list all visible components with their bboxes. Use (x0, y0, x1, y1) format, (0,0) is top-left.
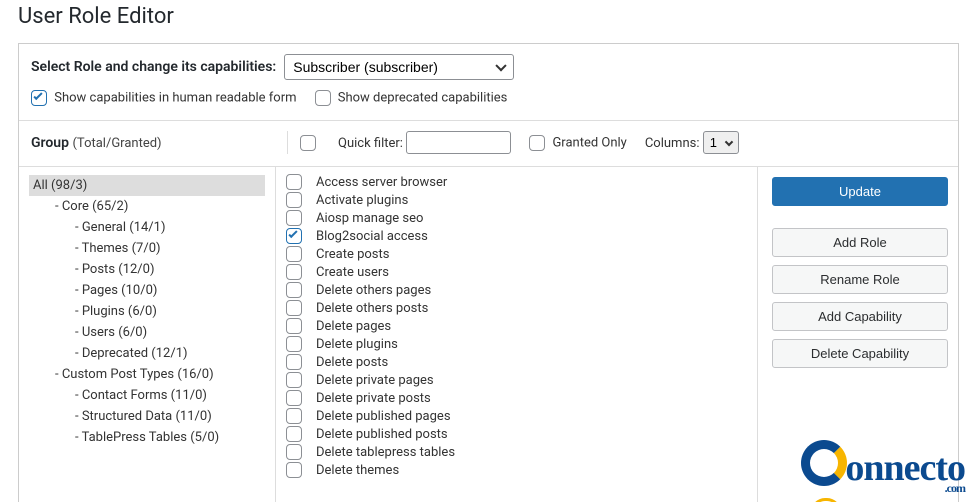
tree-item[interactable]: - Plugins (6/0) (29, 301, 265, 322)
capability-row: Delete others pages (286, 281, 747, 299)
capability-label[interactable]: Delete tablepress tables (316, 445, 455, 460)
capability-row: Blog2social access (286, 227, 747, 245)
add-capability-button[interactable]: Add Capability (772, 302, 948, 331)
capability-checkbox[interactable] (286, 228, 302, 244)
capability-label[interactable]: Delete themes (316, 463, 399, 478)
capability-row: Access server browser (286, 173, 747, 191)
quick-filter-input[interactable] (406, 131, 511, 154)
capability-list: Access server browser Activate plugins Aio… (276, 167, 757, 502)
capability-checkbox[interactable] (286, 390, 302, 406)
capability-label[interactable]: Activate plugins (316, 193, 408, 208)
tree-item[interactable]: - Structured Data (11/0) (29, 406, 265, 427)
tree-item[interactable]: - Deprecated (12/1) (29, 343, 265, 364)
capability-row: Delete published pages (286, 407, 747, 425)
group-header-sub: (Total/Granted) (72, 136, 161, 151)
granted-only-label[interactable]: Granted Only (552, 135, 626, 150)
tree-item[interactable]: - TablePress Tables (5/0) (29, 427, 265, 448)
capability-label[interactable]: Aiosp manage seo (316, 211, 423, 226)
capability-row: Create users (286, 263, 747, 281)
capability-row: Create posts (286, 245, 747, 263)
capability-row: Delete posts (286, 353, 747, 371)
columns-select[interactable]: 1 (703, 131, 739, 154)
tree-item[interactable]: - Themes (7/0) (29, 238, 265, 259)
capability-label[interactable]: Delete private posts (316, 391, 431, 406)
capability-checkbox[interactable] (286, 462, 302, 478)
deprecated-checkbox[interactable] (315, 90, 331, 106)
group-header: Group (31, 135, 69, 151)
tree-item[interactable]: - Custom Post Types (16/0) (29, 364, 265, 385)
capability-row: Delete themes (286, 461, 747, 479)
quick-filter-label: Quick filter: (338, 136, 403, 151)
human-readable-checkbox[interactable] (31, 90, 47, 106)
capability-checkbox[interactable] (286, 264, 302, 280)
capability-label[interactable]: Delete pages (316, 319, 391, 334)
capability-label[interactable]: Delete private pages (316, 373, 434, 388)
capability-checkbox[interactable] (286, 426, 302, 442)
capability-checkbox[interactable] (286, 444, 302, 460)
capability-row: Delete pages (286, 317, 747, 335)
capability-row: Delete published posts (286, 425, 747, 443)
capability-label[interactable]: Delete posts (316, 355, 388, 370)
capability-checkbox[interactable] (286, 336, 302, 352)
add-role-button[interactable]: Add Role (772, 228, 948, 257)
capability-label[interactable]: Delete published pages (316, 409, 451, 424)
role-select-label: Select Role and change its capabilities: (31, 59, 276, 75)
capability-label[interactable]: Delete published posts (316, 427, 448, 442)
role-select[interactable]: Subscriber (subscriber) (284, 54, 514, 80)
capability-row: Aiosp manage seo (286, 209, 747, 227)
tree-item[interactable]: - Users (6/0) (29, 322, 265, 343)
capability-checkbox[interactable] (286, 408, 302, 424)
capability-label[interactable]: Create posts (316, 247, 389, 262)
capability-checkbox[interactable] (286, 372, 302, 388)
tree-item[interactable]: - Contact Forms (11/0) (29, 385, 265, 406)
tree-item[interactable]: - Pages (10/0) (29, 280, 265, 301)
capability-label[interactable]: Create users (316, 265, 389, 280)
delete-capability-button[interactable]: Delete Capability (772, 339, 948, 368)
tree-item[interactable]: All (98/3) (29, 175, 265, 196)
capability-checkbox[interactable] (286, 192, 302, 208)
deprecated-label[interactable]: Show deprecated capabilities (338, 90, 508, 105)
capability-checkbox[interactable] (286, 246, 302, 262)
tree-item[interactable]: - Core (65/2) (29, 196, 265, 217)
capability-row: Delete private posts (286, 389, 747, 407)
granted-only-checkbox[interactable] (529, 135, 545, 151)
capability-row: Delete plugins (286, 335, 747, 353)
capability-checkbox[interactable] (286, 210, 302, 226)
capability-row: Delete tablepress tables (286, 443, 747, 461)
update-button[interactable]: Update (772, 177, 948, 206)
capability-label[interactable]: Access server browser (316, 175, 447, 190)
capability-label[interactable]: Delete others pages (316, 283, 431, 298)
human-readable-label[interactable]: Show capabilities in human readable form (54, 90, 296, 105)
capability-checkbox[interactable] (286, 282, 302, 298)
capability-row: Delete others posts (286, 299, 747, 317)
capability-label[interactable]: Delete others posts (316, 301, 428, 316)
columns-label: Columns: (645, 136, 700, 151)
capability-checkbox[interactable] (286, 174, 302, 190)
capability-checkbox[interactable] (286, 300, 302, 316)
group-tree: All (98/3)- Core (65/2)- General (14/1)-… (19, 167, 275, 502)
capability-checkbox[interactable] (286, 318, 302, 334)
capability-row: Activate plugins (286, 191, 747, 209)
select-all-checkbox[interactable] (300, 135, 316, 151)
rename-role-button[interactable]: Rename Role (772, 265, 948, 294)
page-title: User Role Editor (18, 4, 959, 29)
capability-checkbox[interactable] (286, 354, 302, 370)
capability-label[interactable]: Blog2social access (316, 229, 428, 244)
capability-label[interactable]: Delete plugins (316, 337, 398, 352)
tree-item[interactable]: - Posts (12/0) (29, 259, 265, 280)
capability-row: Delete private pages (286, 371, 747, 389)
tree-item[interactable]: - General (14/1) (29, 217, 265, 238)
